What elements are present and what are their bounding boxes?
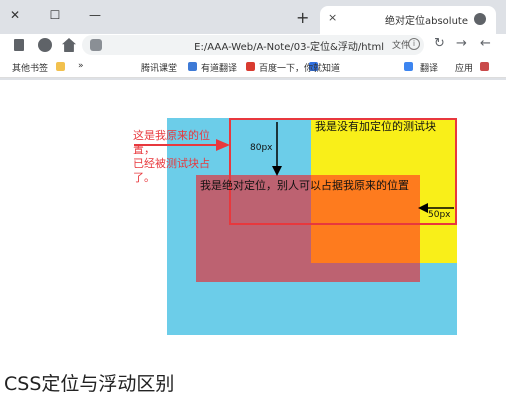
top-offset-arrowhead bbox=[272, 166, 282, 176]
caption-title: CSS定位与浮动区别 bbox=[4, 373, 175, 395]
annotation-arrows bbox=[134, 122, 454, 213]
right-offset-arrowhead bbox=[418, 203, 428, 213]
annotation-arrowhead bbox=[216, 139, 230, 151]
